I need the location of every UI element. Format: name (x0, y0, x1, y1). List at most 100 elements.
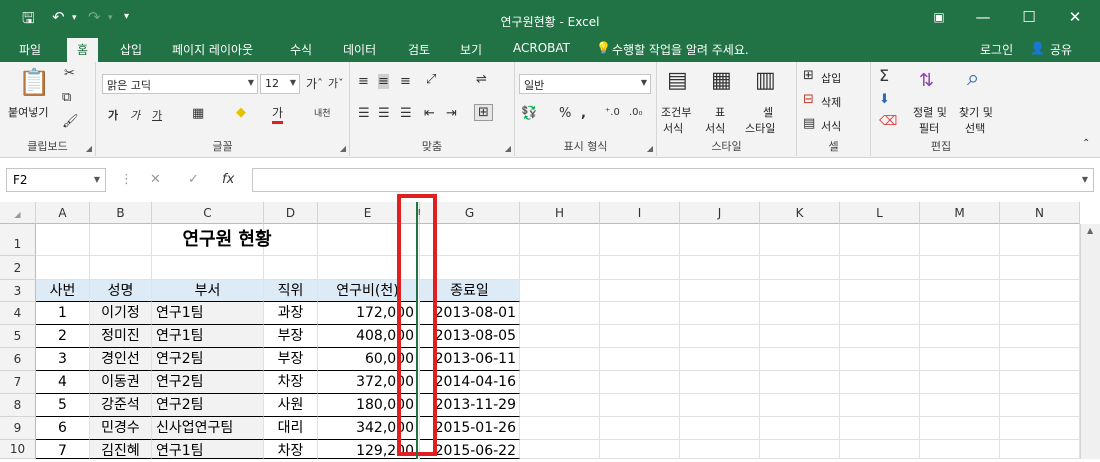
grid-cell[interactable] (600, 394, 680, 417)
shrink-font-icon[interactable]: 가ˇ (328, 75, 344, 91)
copy-icon[interactable]: ⧉ (62, 90, 71, 105)
format-table-label-2[interactable]: 서식 (705, 120, 725, 136)
sort-filter-label-1[interactable]: 정렬 및 (913, 104, 947, 120)
cell-styles-icon[interactable]: ▥ (755, 68, 776, 93)
grid-cell[interactable] (520, 280, 600, 302)
grid-cell[interactable] (920, 325, 1000, 348)
table-cell[interactable]: 6 (36, 417, 90, 440)
grid-cell[interactable] (600, 417, 680, 440)
column-header-j[interactable]: J (680, 202, 760, 224)
borders-icon[interactable]: ▦ (192, 106, 204, 121)
grid-cell[interactable] (152, 256, 264, 280)
tab-formulas[interactable]: 수식 (290, 41, 312, 58)
collapse-ribbon-icon[interactable]: ⌃ (1082, 138, 1090, 149)
tab-insert[interactable]: 삽입 (120, 41, 142, 58)
table-cell[interactable]: 김진혜 (90, 440, 152, 459)
tab-view[interactable]: 보기 (460, 41, 482, 58)
delete-cells-button[interactable]: 삭제 (821, 94, 841, 110)
grid-cell[interactable] (520, 256, 600, 280)
row-header-2[interactable]: 2 (0, 256, 36, 280)
table-cell[interactable]: 사원 (264, 394, 318, 417)
font-color-icon[interactable]: 가 (272, 104, 284, 124)
grid-cell[interactable] (680, 302, 760, 325)
conditional-formatting-label-1[interactable]: 조건부 (661, 104, 691, 120)
align-right-icon[interactable]: ☰ (400, 106, 412, 121)
table-header-cell[interactable]: 직위 (264, 280, 318, 302)
fill-color-icon[interactable]: ◆ (236, 105, 246, 120)
sort-filter-label-2[interactable]: 필터 (919, 120, 939, 136)
percent-button[interactable]: % (559, 106, 571, 121)
grid-cell[interactable] (680, 394, 760, 417)
grid-cell[interactable] (600, 280, 680, 302)
grid-cell[interactable] (680, 256, 760, 280)
grid-cell[interactable] (760, 348, 840, 371)
formula-input[interactable]: ▼ (252, 168, 1094, 192)
tab-data[interactable]: 데이터 (343, 41, 376, 58)
delete-cells-icon[interactable]: ⊟ (803, 92, 814, 107)
insert-function-icon[interactable]: fx (222, 172, 234, 187)
grid-cell[interactable] (520, 302, 600, 325)
grid-cell[interactable] (920, 224, 1000, 256)
grid-cell[interactable] (840, 371, 920, 394)
grid-cell[interactable] (1000, 325, 1080, 348)
format-painter-icon[interactable]: 🖌 (62, 114, 79, 129)
grid-cell[interactable] (920, 302, 1000, 325)
table-cell[interactable]: 4 (36, 371, 90, 394)
tab-review[interactable]: 검토 (408, 41, 430, 58)
row-header-9[interactable]: 9 (0, 417, 36, 440)
column-header-c[interactable]: C (152, 202, 264, 224)
table-header-cell[interactable]: 부서 (152, 280, 264, 302)
table-cell[interactable]: 7 (36, 440, 90, 459)
decrease-indent-icon[interactable]: ⇤ (424, 106, 435, 121)
row-header-3[interactable]: 3 (0, 280, 36, 302)
format-cells-icon[interactable]: ▤ (803, 116, 815, 131)
grid-cell[interactable] (264, 256, 318, 280)
grid-cell[interactable] (760, 256, 840, 280)
name-box[interactable]: F2 ▼ (6, 168, 106, 192)
format-table-icon[interactable]: ▦ (711, 68, 732, 93)
grid-cell[interactable] (920, 440, 1000, 459)
insert-cells-icon[interactable]: ⊞ (803, 68, 814, 83)
enter-icon[interactable]: ✓ (188, 172, 199, 187)
row-header-5[interactable]: 5 (0, 325, 36, 348)
grid-cell[interactable] (840, 394, 920, 417)
grid-cell[interactable] (90, 256, 152, 280)
paste-button[interactable]: 붙여넣기 (8, 104, 48, 120)
launcher-icon[interactable]: ◢ (505, 144, 511, 153)
table-cell[interactable]: 1 (36, 302, 90, 325)
increase-indent-icon[interactable]: ⇥ (446, 106, 457, 121)
paste-icon[interactable]: 📋 (18, 68, 50, 98)
insert-cells-button[interactable]: 삽입 (821, 70, 841, 86)
grid-cell[interactable] (760, 280, 840, 302)
accounting-format-icon[interactable]: 💱 (521, 106, 537, 121)
column-header-d[interactable]: D (264, 202, 318, 224)
grid-cell[interactable] (920, 348, 1000, 371)
minimize-button[interactable]: — (968, 8, 998, 26)
row-header-10[interactable]: 10 (0, 440, 36, 459)
grid-cell[interactable] (1000, 224, 1080, 256)
grid-cell[interactable] (600, 325, 680, 348)
table-cell[interactable]: 민경수 (90, 417, 152, 440)
close-button[interactable]: ✕ (1060, 8, 1090, 26)
cut-icon[interactable]: ✂ (64, 66, 75, 81)
grid-cell[interactable] (36, 256, 90, 280)
clear-icon[interactable]: ⌫ (879, 114, 897, 129)
table-cell[interactable]: 과장 (264, 302, 318, 325)
grid-cell[interactable] (520, 348, 600, 371)
grid-cell[interactable] (920, 417, 1000, 440)
table-cell[interactable]: 차장 (264, 371, 318, 394)
table-cell[interactable]: 이동권 (90, 371, 152, 394)
share-button[interactable]: 공유 (1050, 41, 1072, 58)
grid-cell[interactable] (680, 440, 760, 459)
column-header-l[interactable]: L (840, 202, 920, 224)
fill-icon[interactable]: ⬇ (879, 92, 890, 107)
sort-filter-icon[interactable]: ⇅ (919, 70, 934, 91)
grid-cell[interactable] (1000, 371, 1080, 394)
table-header-cell[interactable]: 성명 (90, 280, 152, 302)
grid-cell[interactable] (680, 348, 760, 371)
align-top-icon[interactable]: ≡ (358, 74, 369, 89)
grid-cell[interactable] (1000, 348, 1080, 371)
column-header-m[interactable]: M (920, 202, 1000, 224)
row-header-7[interactable]: 7 (0, 371, 36, 394)
table-header-cell[interactable]: 사번 (36, 280, 90, 302)
